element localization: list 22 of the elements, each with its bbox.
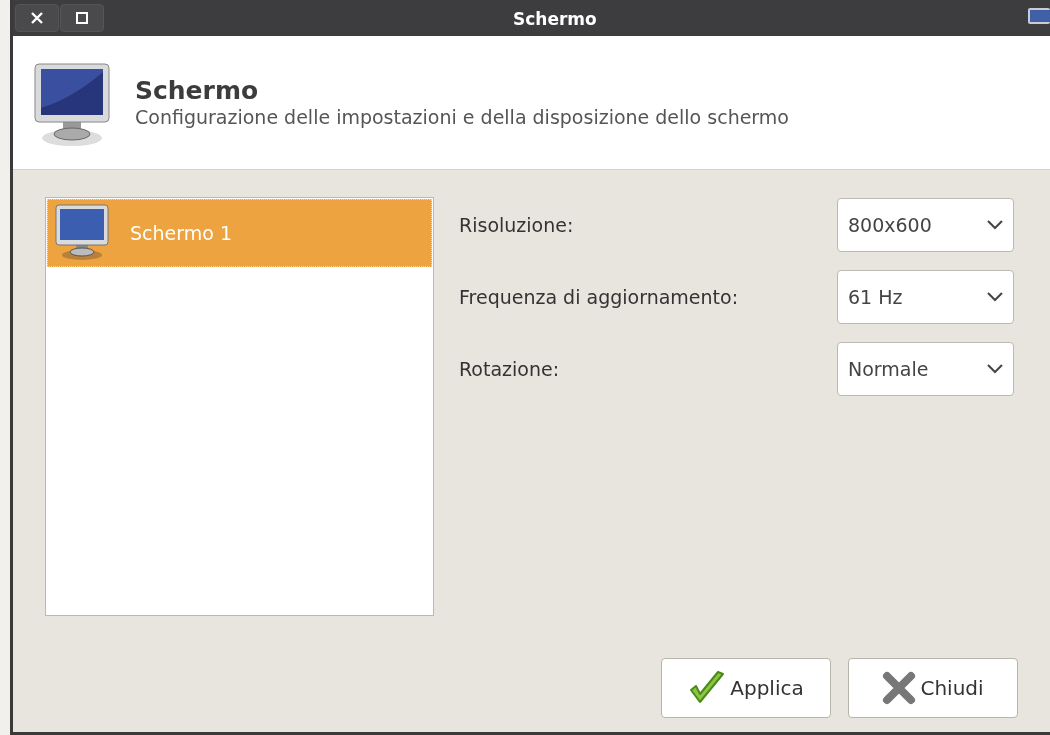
monitor-icon bbox=[54, 203, 110, 263]
chevron-down-icon bbox=[987, 364, 1003, 374]
window-title: Schermo bbox=[513, 8, 597, 31]
header-subtitle: Configurazione delle impostazioni e della disposizione dello schermo bbox=[135, 106, 789, 130]
setting-label: Rotazione: bbox=[459, 356, 560, 382]
display-label: Schermo 1 bbox=[130, 220, 232, 246]
apply-button[interactable]: Applica bbox=[661, 658, 831, 718]
dropdown[interactable]: 61 Hz bbox=[837, 270, 1014, 324]
setting-label: Frequenza di aggiornamento: bbox=[459, 284, 739, 310]
close-icon bbox=[30, 11, 44, 25]
close-button[interactable]: Chiudi bbox=[848, 658, 1018, 718]
dropdown[interactable]: Normale bbox=[837, 342, 1014, 396]
close-button[interactable] bbox=[15, 4, 59, 32]
header-title: Schermo bbox=[135, 75, 260, 107]
maximize-button[interactable] bbox=[60, 4, 104, 32]
chevron-down-icon bbox=[987, 292, 1003, 302]
checkmark-icon bbox=[688, 670, 727, 706]
x-icon bbox=[882, 671, 917, 705]
chevron-down-icon bbox=[987, 220, 1003, 230]
maximize-icon bbox=[76, 12, 88, 24]
dropdown[interactable]: 800x600 bbox=[837, 198, 1014, 252]
setting-label: Risoluzione: bbox=[459, 212, 574, 238]
